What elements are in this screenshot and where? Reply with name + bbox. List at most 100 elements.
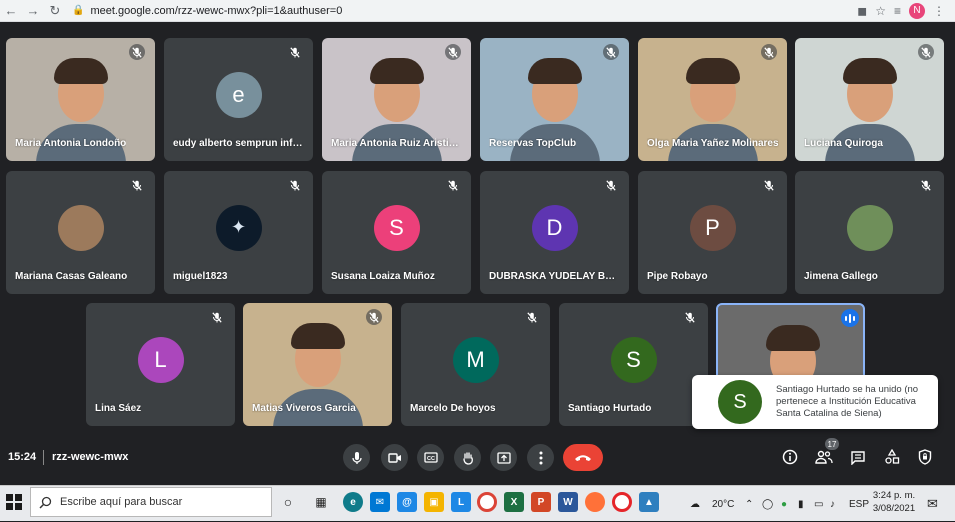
temperature[interactable]: 20°C: [712, 486, 734, 522]
edge-icon[interactable]: e: [343, 492, 363, 512]
mic-off-icon: [129, 177, 145, 193]
firefox-icon[interactable]: [585, 492, 605, 512]
word-icon[interactable]: W: [558, 492, 578, 512]
participant-tile[interactable]: Mariana Casas Galeano: [6, 171, 155, 294]
mic-off-icon: [761, 44, 777, 60]
participant-tile[interactable]: Maria Antonia Londoño: [6, 38, 155, 161]
taskbar-search[interactable]: Escribe aquí para buscar: [30, 487, 272, 517]
participant-name: DUBRASKA YUDELAY BAUTISTA: [489, 271, 621, 282]
address-bar[interactable]: 🔒 meet.google.com/rzz-wewc-mwx?pli=1&aut…: [72, 2, 857, 20]
star-icon[interactable]: ☆: [875, 4, 886, 18]
participant-tile[interactable]: Matias Viveros Garcia: [243, 303, 392, 426]
leave-call-button[interactable]: [563, 444, 603, 471]
raise-hand-button[interactable]: [454, 444, 481, 471]
participant-avatar: L: [137, 336, 184, 383]
mic-off-icon: [682, 309, 698, 325]
participant-tile[interactable]: Reservas TopClub: [480, 38, 629, 161]
mic-off-icon: [524, 309, 540, 325]
powerpoint-icon[interactable]: P: [531, 492, 551, 512]
chrome-icon[interactable]: [477, 492, 497, 512]
captions-button[interactable]: CC: [417, 444, 444, 471]
notifications-icon[interactable]: ✉: [927, 486, 938, 522]
participant-avatar: D: [531, 204, 578, 251]
participant-name: Lina Sáez: [95, 403, 142, 414]
participant-tile[interactable]: L Lina Sáez: [86, 303, 235, 426]
meeting-details-button[interactable]: [779, 446, 801, 468]
toast-message: Santiago Hurtado se ha unido (no pertene…: [776, 384, 919, 419]
video-feed-detail: [54, 58, 108, 84]
app-l-icon[interactable]: L: [451, 492, 471, 512]
participant-tile[interactable]: S Susana Loaiza Muñoz: [322, 171, 471, 294]
windows-start-icon[interactable]: [6, 494, 22, 510]
forward-icon[interactable]: →: [22, 0, 44, 22]
camera-indicator-icon[interactable]: ◼: [857, 4, 867, 18]
participant-avatar: S: [610, 336, 657, 383]
chat-button[interactable]: [847, 446, 869, 468]
participant-name: miguel1823: [173, 271, 228, 282]
mic-off-icon: [445, 44, 461, 60]
participant-tile[interactable]: M Marcelo De hoyos: [401, 303, 550, 426]
host-controls-button[interactable]: [914, 446, 936, 468]
battery-icon[interactable]: ▭: [814, 486, 823, 522]
activities-icon: [885, 449, 900, 464]
participant-tile[interactable]: S Santiago Hurtado: [559, 303, 708, 426]
mail-icon[interactable]: ✉: [370, 492, 390, 512]
url-text: meet.google.com/rzz-wewc-mwx?pli=1&authu…: [90, 4, 343, 17]
search-placeholder: Escribe aquí para buscar: [60, 496, 183, 508]
microphone-button[interactable]: [343, 444, 370, 471]
video-feed-detail: [291, 323, 345, 349]
captions-icon: CC: [423, 452, 438, 463]
participant-tile[interactable]: Luciana Quiroga: [795, 38, 944, 161]
profile-photo: [57, 204, 104, 251]
photos-icon[interactable]: ▲: [639, 492, 659, 512]
store-icon[interactable]: @: [397, 492, 417, 512]
mic-off-icon: [603, 44, 619, 60]
present-screen-button[interactable]: [490, 444, 517, 471]
participant-tile[interactable]: Maria Antonia Ruiz Aristizabal: [322, 38, 471, 161]
more-menu-icon[interactable]: ⋮: [933, 4, 945, 18]
participant-avatar: S: [373, 204, 420, 251]
lock-icon: 🔒: [72, 5, 85, 16]
reload-icon[interactable]: ↻: [44, 0, 66, 22]
file-explorer-icon[interactable]: ▣: [424, 492, 444, 512]
video-feed-detail: [370, 58, 424, 84]
volume-icon[interactable]: ♪: [830, 486, 835, 522]
profile-avatar[interactable]: N: [909, 2, 925, 19]
participant-tile[interactable]: D DUBRASKA YUDELAY BAUTISTA: [480, 171, 629, 294]
tray-status-icon[interactable]: ●: [781, 486, 787, 522]
activities-button[interactable]: [881, 446, 903, 468]
participant-tile[interactable]: Olga Maria Yañez Molinares: [638, 38, 787, 161]
participant-name: Susana Loaiza Muñoz: [331, 271, 435, 282]
browser-toolbar: ← → ↻ 🔒 meet.google.com/rzz-wewc-mwx?pli…: [0, 0, 955, 22]
tray-app-icon[interactable]: ◯: [762, 486, 773, 522]
opera-icon[interactable]: [612, 492, 632, 512]
tray-chevron-icon[interactable]: ⌃: [745, 486, 753, 522]
task-view-icon[interactable]: ▦: [311, 492, 331, 512]
participant-name: Reservas TopClub: [489, 138, 577, 149]
toast-avatar: S: [718, 380, 762, 424]
weather-icon[interactable]: ☁: [690, 486, 700, 522]
mic-off-icon: [445, 177, 461, 193]
video-feed-detail: [843, 58, 897, 84]
profile-photo: ✦: [215, 204, 262, 251]
speaking-indicator-icon: [841, 309, 859, 327]
participant-tile[interactable]: e eudy alberto semprun infante: [164, 38, 313, 161]
meeting-time: 15:24: [8, 451, 37, 463]
taskbar-clock[interactable]: 3:24 p. m. 3/08/2021: [866, 489, 922, 515]
cortana-icon[interactable]: ○: [278, 492, 298, 512]
camera-button[interactable]: [381, 444, 408, 471]
participant-name: Matias Viveros Garcia: [252, 403, 356, 414]
back-icon[interactable]: ←: [0, 0, 22, 22]
participant-avatar: e: [215, 71, 262, 118]
participant-tile[interactable]: P Pipe Robayo: [638, 171, 787, 294]
tray-mic-icon[interactable]: ▮: [798, 486, 804, 522]
info-icon: [782, 449, 798, 465]
more-options-button[interactable]: [527, 444, 554, 471]
participant-tile[interactable]: Jimena Gallego: [795, 171, 944, 294]
participant-tile[interactable]: ✦ miguel1823: [164, 171, 313, 294]
participant-avatar: P: [689, 204, 736, 251]
meeting-controls-bar: 15:24 rzz-wewc-mwx CC: [0, 437, 955, 485]
excel-icon[interactable]: X: [504, 492, 524, 512]
mic-off-icon: [129, 44, 145, 60]
reading-list-icon[interactable]: ≡: [894, 4, 901, 18]
